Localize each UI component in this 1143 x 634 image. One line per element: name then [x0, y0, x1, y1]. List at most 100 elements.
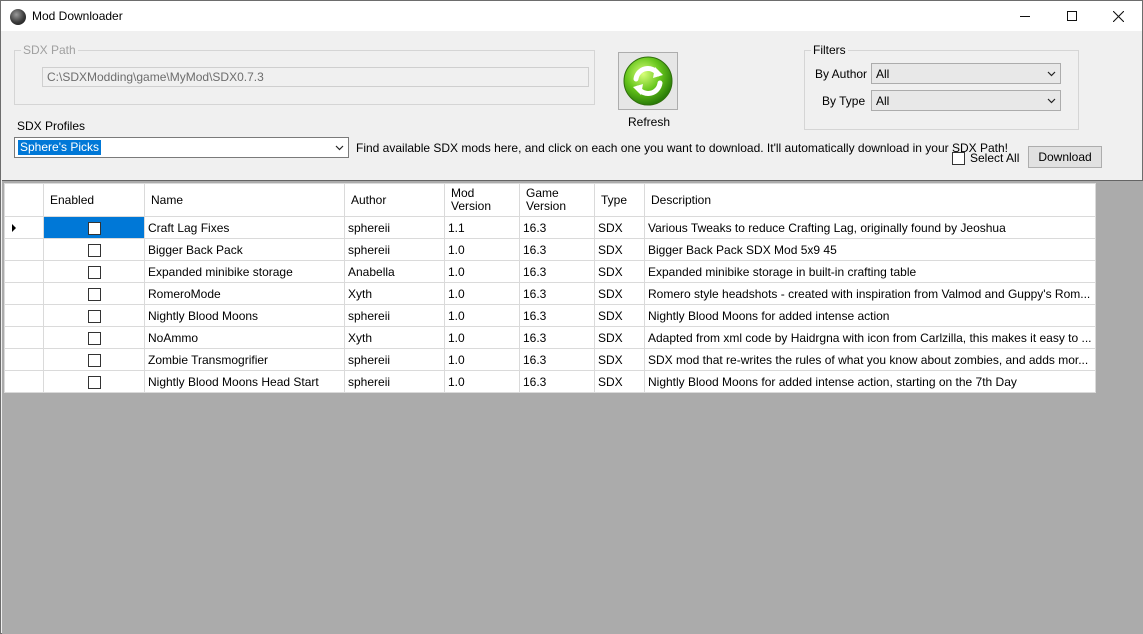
row-header[interactable] — [4, 282, 44, 305]
cell-name[interactable]: NoAmmo — [144, 326, 345, 349]
enabled-checkbox[interactable] — [87, 375, 101, 389]
cell-game-version[interactable]: 16.3 — [519, 304, 595, 327]
cell-type[interactable]: SDX — [594, 238, 645, 261]
cell-mod-version[interactable]: 1.0 — [444, 260, 520, 283]
cell-name[interactable]: Zombie Transmogrifier — [144, 348, 345, 371]
by-author-dropdown[interactable]: All — [871, 63, 1061, 84]
cell-type[interactable]: SDX — [594, 370, 645, 393]
checkbox-box[interactable] — [952, 151, 965, 165]
cell-author[interactable]: sphereii — [344, 216, 445, 239]
enabled-cell[interactable] — [43, 370, 145, 393]
column-header-game-version[interactable]: Game Version — [519, 183, 595, 217]
cell-author[interactable]: sphereii — [344, 348, 445, 371]
cell-type[interactable]: SDX — [594, 304, 645, 327]
table-row[interactable]: Nightly Blood Moons Head Start sphereii 1.… — [4, 370, 1096, 393]
row-header[interactable] — [4, 326, 44, 349]
download-button[interactable]: Download — [1028, 146, 1102, 168]
enabled-checkbox[interactable] — [87, 265, 101, 279]
cell-description[interactable]: Nightly Blood Moons for added intense ac… — [644, 304, 1096, 327]
enabled-cell[interactable] — [43, 238, 145, 261]
close-button[interactable] — [1095, 1, 1141, 31]
cell-game-version[interactable]: 16.3 — [519, 370, 595, 393]
maximize-button[interactable] — [1049, 1, 1095, 31]
enabled-cell[interactable] — [43, 304, 145, 327]
column-header-name[interactable]: Name — [144, 183, 345, 217]
cell-mod-version[interactable]: 1.0 — [444, 282, 520, 305]
row-header[interactable] — [4, 304, 44, 327]
column-header-mod-version[interactable]: Mod Version — [444, 183, 520, 217]
enabled-checkbox[interactable] — [87, 287, 101, 301]
cell-author[interactable]: Xyth — [344, 282, 445, 305]
cell-name[interactable]: Nightly Blood Moons — [144, 304, 345, 327]
cell-mod-version[interactable]: 1.0 — [444, 238, 520, 261]
refresh-button[interactable] — [618, 52, 678, 110]
table-row[interactable]: Craft Lag Fixes sphereii 1.1 16.3 SDX Various… — [4, 216, 1096, 239]
cell-description[interactable]: Nightly Blood Moons for added intense ac… — [644, 370, 1096, 393]
row-header[interactable] — [4, 260, 44, 283]
row-header[interactable] — [4, 370, 44, 393]
enabled-checkbox[interactable] — [87, 353, 101, 367]
cell-author[interactable]: Anabella — [344, 260, 445, 283]
sdx-profiles-label: SDX Profiles — [17, 119, 86, 133]
cell-name[interactable]: Bigger Back Pack — [144, 238, 345, 261]
cell-description[interactable]: Romero style headshots - created with in… — [644, 282, 1096, 305]
cell-description[interactable]: Various Tweaks to reduce Crafting Lag, o… — [644, 216, 1096, 239]
sdx-profiles-dropdown[interactable]: Sphere's Picks — [14, 137, 349, 158]
enabled-cell[interactable] — [43, 326, 145, 349]
cell-name[interactable]: Nightly Blood Moons Head Start — [144, 370, 345, 393]
cell-name[interactable]: Craft Lag Fixes — [144, 216, 345, 239]
cell-type[interactable]: SDX — [594, 326, 645, 349]
enabled-checkbox[interactable] — [87, 309, 101, 323]
enabled-cell[interactable] — [43, 216, 145, 239]
sdx-path-field[interactable]: C:\SDXModding\game\MyMod\SDX0.7.3 — [42, 67, 589, 87]
table-row[interactable]: NoAmmo Xyth 1.0 16.3 SDX Adapted from xml cod… — [4, 326, 1096, 349]
cell-name[interactable]: RomeroMode — [144, 282, 345, 305]
cell-type[interactable]: SDX — [594, 348, 645, 371]
cell-mod-version[interactable]: 1.0 — [444, 326, 520, 349]
cell-description[interactable]: Expanded minibike storage in built-in cr… — [644, 260, 1096, 283]
column-header-enabled[interactable]: Enabled — [43, 183, 145, 217]
column-header-type[interactable]: Type — [594, 183, 645, 217]
cell-author[interactable]: sphereii — [344, 238, 445, 261]
cell-game-version[interactable]: 16.3 — [519, 348, 595, 371]
cell-description[interactable]: SDX mod that re-writes the rules of what… — [644, 348, 1096, 371]
cell-mod-version[interactable]: 1.1 — [444, 216, 520, 239]
cell-game-version[interactable]: 16.3 — [519, 260, 595, 283]
row-header[interactable] — [4, 348, 44, 371]
cell-game-version[interactable]: 16.3 — [519, 238, 595, 261]
table-row[interactable]: Expanded minibike storage Anabella 1.0 16.3… — [4, 260, 1096, 283]
cell-author[interactable]: sphereii — [344, 304, 445, 327]
cell-type[interactable]: SDX — [594, 282, 645, 305]
cell-game-version[interactable]: 16.3 — [519, 282, 595, 305]
cell-mod-version[interactable]: 1.0 — [444, 370, 520, 393]
instructions-text: Find available SDX mods here, and click … — [356, 141, 1008, 155]
row-header[interactable] — [4, 216, 44, 239]
cell-type[interactable]: SDX — [594, 216, 645, 239]
cell-mod-version[interactable]: 1.0 — [444, 304, 520, 327]
enabled-cell[interactable] — [43, 282, 145, 305]
cell-game-version[interactable]: 16.3 — [519, 326, 595, 349]
by-type-dropdown[interactable]: All — [871, 90, 1061, 111]
row-header[interactable] — [4, 238, 44, 261]
cell-description[interactable]: Adapted from xml code by Haidrgna with i… — [644, 326, 1096, 349]
enabled-cell[interactable] — [43, 348, 145, 371]
cell-game-version[interactable]: 16.3 — [519, 216, 595, 239]
table-row[interactable]: Zombie Transmogrifier sphereii 1.0 16.3 SDX S… — [4, 348, 1096, 371]
enabled-cell[interactable] — [43, 260, 145, 283]
cell-name[interactable]: Expanded minibike storage — [144, 260, 345, 283]
cell-mod-version[interactable]: 1.0 — [444, 348, 520, 371]
enabled-checkbox[interactable] — [87, 243, 101, 257]
cell-type[interactable]: SDX — [594, 260, 645, 283]
cell-author[interactable]: Xyth — [344, 326, 445, 349]
table-row[interactable]: RomeroMode Xyth 1.0 16.3 SDX Romero style hea… — [4, 282, 1096, 305]
minimize-button[interactable] — [1002, 1, 1048, 31]
table-row[interactable]: Bigger Back Pack sphereii 1.0 16.3 SDX Bigger… — [4, 238, 1096, 261]
column-header-author[interactable]: Author — [344, 183, 445, 217]
table-row[interactable]: Nightly Blood Moons sphereii 1.0 16.3 SDX Nig… — [4, 304, 1096, 327]
column-header-description[interactable]: Description — [644, 183, 1096, 217]
enabled-checkbox[interactable] — [87, 331, 101, 345]
enabled-checkbox[interactable] — [87, 221, 101, 235]
cell-author[interactable]: sphereii — [344, 370, 445, 393]
cell-description[interactable]: Bigger Back Pack SDX Mod 5x9 45 — [644, 238, 1096, 261]
select-all-checkbox[interactable]: Select All — [952, 151, 1019, 165]
